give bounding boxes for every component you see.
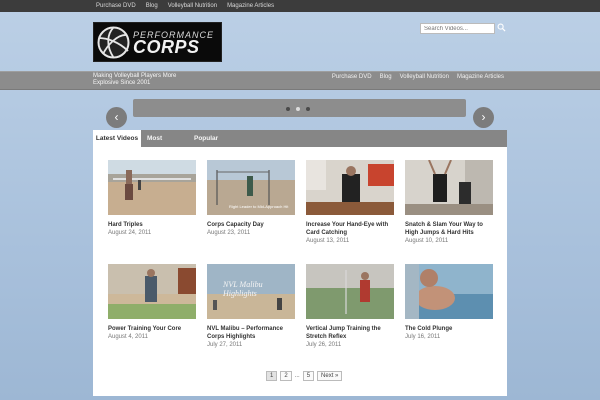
pagination-ellipsis: ... <box>294 373 300 379</box>
main-nav-bar <box>0 71 600 90</box>
video-card[interactable]: Snatch & Slam Your Way to High Jumps & H… <box>405 160 493 245</box>
top-bar <box>0 0 600 12</box>
video-date: July 26, 2011 <box>306 342 342 348</box>
video-title[interactable]: Hard Triples <box>108 221 196 229</box>
tab-most-popular[interactable]: Most Popular <box>147 130 187 159</box>
top-link-volleyball-nutrition[interactable]: Volleyball Nutrition <box>168 1 217 11</box>
volleyball-icon <box>97 26 130 59</box>
video-date: August 4, 2011 <box>108 334 148 340</box>
top-link-purchase-dvd[interactable]: Purchase DVD <box>96 1 136 11</box>
video-thumbnail[interactable] <box>306 264 394 319</box>
video-thumbnail[interactable] <box>405 160 493 215</box>
video-title[interactable]: Vertical Jump Training the Stretch Refle… <box>306 325 394 341</box>
video-card[interactable]: Right Leader to Mid-Approach Hit Corps C… <box>207 160 295 237</box>
slider-dot[interactable] <box>306 107 310 111</box>
video-date: August 13, 2011 <box>306 238 350 244</box>
video-date: August 23, 2011 <box>207 230 251 236</box>
video-thumbnail[interactable]: Right Leader to Mid-Approach Hit <box>207 160 295 215</box>
video-date: August 10, 2011 <box>405 238 449 244</box>
slider-prev-button[interactable]: ‹ <box>106 107 127 128</box>
nav-volleyball-nutrition[interactable]: Volleyball Nutrition <box>400 72 449 82</box>
top-link-magazine-articles[interactable]: Magazine Articles <box>227 1 274 11</box>
site-tagline: Making Volleyball Players More Explosive… <box>93 73 177 86</box>
video-thumbnail[interactable] <box>306 160 394 215</box>
slider-dots <box>286 107 310 111</box>
nav-magazine-articles[interactable]: Magazine Articles <box>457 72 504 82</box>
top-links: Purchase DVD Blog Volleyball Nutrition M… <box>96 1 274 11</box>
tab-popular-keywords[interactable]: Popular Keywords <box>194 130 250 159</box>
video-card[interactable]: Power Training Your Core August 4, 2011 <box>108 264 196 341</box>
search-icon[interactable] <box>497 23 506 32</box>
nav-blog[interactable]: Blog <box>380 72 392 82</box>
search-input[interactable] <box>420 23 495 34</box>
thumbnail-overlay-text: Right Leader to Mid-Approach Hit <box>229 204 289 209</box>
video-title[interactable]: Corps Capacity Day <box>207 221 295 229</box>
slider-dot-active[interactable] <box>296 107 300 111</box>
slider-dot[interactable] <box>286 107 290 111</box>
video-card[interactable]: Vertical Jump Training the Stretch Refle… <box>306 264 394 349</box>
video-title[interactable]: Power Training Your Core <box>108 325 196 333</box>
video-thumbnail[interactable] <box>108 264 196 319</box>
video-date: July 16, 2011 <box>405 334 441 340</box>
video-date: July 27, 2011 <box>207 342 243 348</box>
video-thumbnail[interactable] <box>108 160 196 215</box>
site-logo[interactable]: PERFORMANCE CORPS <box>93 22 222 62</box>
video-thumbnail[interactable] <box>405 264 493 319</box>
tab-latest-videos[interactable]: Latest Videos <box>93 130 141 147</box>
page-1-button[interactable]: 1 <box>266 371 278 381</box>
next-page-button[interactable]: Next » <box>317 371 343 381</box>
thumbnail-overlay-text: NVL Malibu Highlights <box>223 280 263 298</box>
video-thumbnail[interactable]: NVL Malibu Highlights <box>207 264 295 319</box>
video-title[interactable]: NVL Malibu – Performance Corps Highlight… <box>207 325 295 341</box>
video-title[interactable]: The Cold Plunge <box>405 325 493 333</box>
pagination: 1 2 ... 5 Next » <box>266 371 343 381</box>
video-card[interactable]: NVL Malibu Highlights NVL Malibu – Perfo… <box>207 264 295 349</box>
nav-purchase-dvd[interactable]: Purchase DVD <box>332 72 372 82</box>
video-date: August 24, 2011 <box>108 230 152 236</box>
video-tabs: Latest Videos Most Popular Popular Keywo… <box>93 130 507 159</box>
video-title[interactable]: Increase Your Hand-Eye with Card Catchin… <box>306 221 394 237</box>
main-nav: Purchase DVD Blog Volleyball Nutrition M… <box>332 72 504 82</box>
slider-next-button[interactable]: › <box>473 107 494 128</box>
video-title[interactable]: Snatch & Slam Your Way to High Jumps & H… <box>405 221 493 237</box>
page-2-button[interactable]: 2 <box>280 371 292 381</box>
top-link-blog[interactable]: Blog <box>146 1 158 11</box>
page-5-button[interactable]: 5 <box>302 371 315 381</box>
logo-text-corps: CORPS <box>133 37 200 57</box>
video-card[interactable]: Increase Your Hand-Eye with Card Catchin… <box>306 160 394 245</box>
video-card[interactable]: The Cold Plunge July 16, 2011 <box>405 264 493 341</box>
video-card[interactable]: Hard Triples August 24, 2011 <box>108 160 196 237</box>
